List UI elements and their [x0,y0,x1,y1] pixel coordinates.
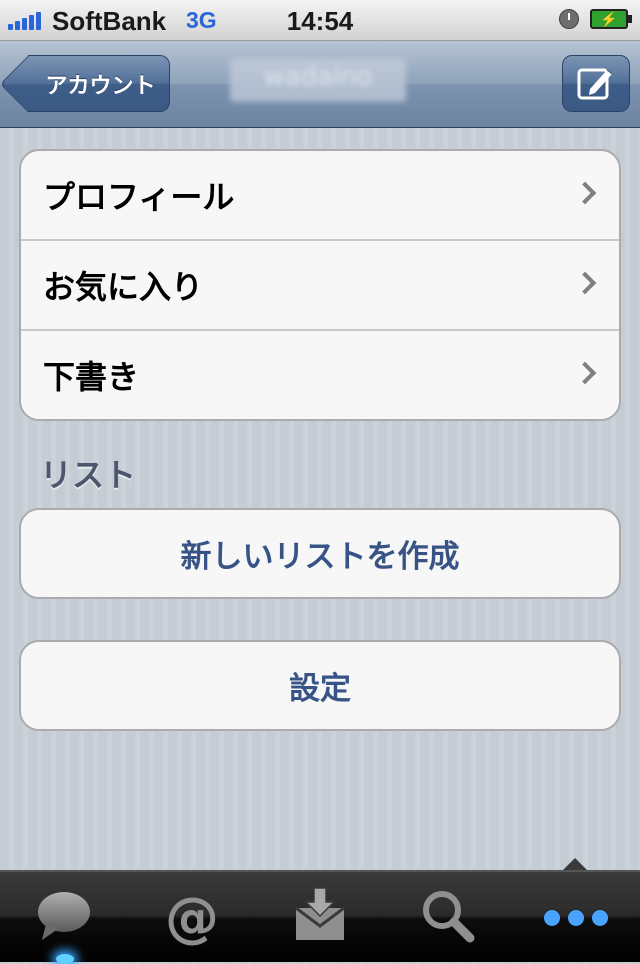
tab-mentions[interactable]: @ [128,872,256,962]
tab-timeline[interactable] [0,872,128,964]
at-sign-icon: @ [165,886,219,948]
charging-plug-icon: ⚡ [600,11,618,27]
chevron-right-icon [573,361,597,385]
inbox-icon [295,887,345,940]
back-button-label: アカウント [45,73,156,99]
create-list-group: 新しいリストを作成 [19,508,621,599]
tab-bar: @ [0,870,640,964]
menu-row-label: お気に入り [43,268,204,306]
settings-group: 設定 [19,640,621,731]
svg-text:@: @ [165,886,219,948]
speech-bubble-icon [38,892,90,940]
battery-icon: ⚡ [590,9,632,29]
chevron-right-icon [573,271,597,295]
settings-label: 設定 [289,671,351,707]
magnifier-icon [423,891,475,943]
compose-icon [577,68,613,99]
settings-button[interactable]: 設定 [21,642,619,729]
tab-search[interactable] [384,872,512,962]
compose-button[interactable] [562,55,630,112]
back-button[interactable]: アカウント [0,55,170,113]
menu-row-profile[interactable]: プロフィール [21,151,619,241]
menu-row-drafts[interactable]: 下書き [21,331,619,419]
menu-row-label: プロフィール [43,178,235,216]
unread-glow-indicator [56,954,74,964]
chevron-right-icon [573,181,597,205]
menu-row-label: 下書き [43,358,140,396]
status-time: 14:54 [286,6,354,36]
tab-messages[interactable] [256,872,384,962]
create-list-button[interactable]: 新しいリストを作成 [21,510,619,597]
tab-more[interactable] [512,872,640,962]
alarm-icon [559,9,579,29]
create-list-label: 新しいリストを作成 [180,539,460,575]
list-section-header: リスト [40,456,137,494]
account-menu-group: プロフィール お気に入り 下書き [19,149,621,421]
more-dots-icon [544,910,608,926]
selected-tab-indicator [563,858,587,870]
menu-row-favorites[interactable]: お気に入り [21,241,619,331]
nav-title: wadaino [263,62,373,92]
status-bar: SoftBank 3G 14:54 ⚡ [0,0,640,41]
